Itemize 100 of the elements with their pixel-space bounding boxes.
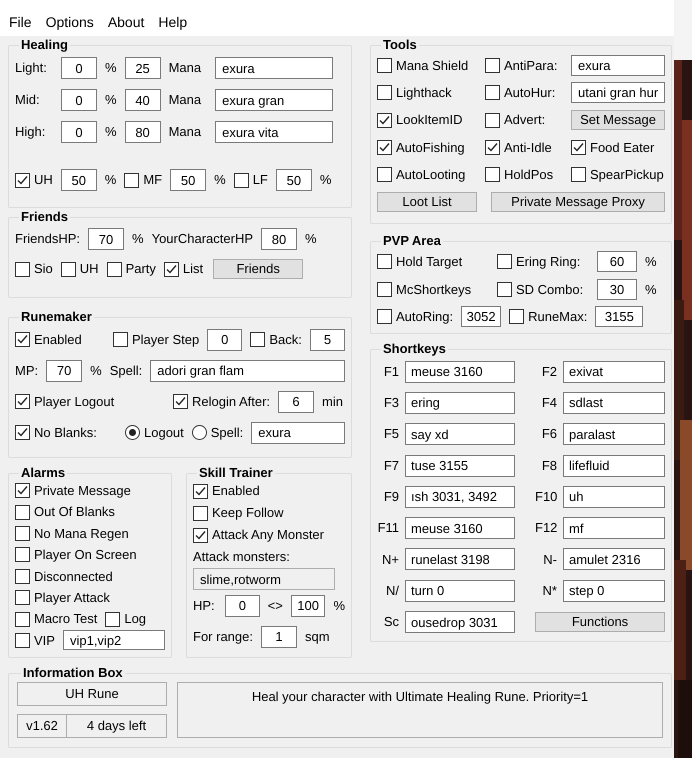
menu-item[interactable]: Options: [40, 10, 100, 34]
input-field[interactable]: mf: [563, 517, 665, 540]
input-field[interactable]: exura vita: [215, 121, 334, 143]
input-field[interactable]: 100: [290, 594, 326, 616]
button[interactable]: Private Message Proxy: [491, 192, 665, 212]
input-field[interactable]: turn 0: [405, 580, 515, 602]
input-field[interactable]: ering: [405, 392, 515, 414]
input-field[interactable]: sdlast: [563, 392, 665, 414]
input-field[interactable]: 50: [276, 169, 312, 191]
input-field[interactable]: paralast: [563, 423, 665, 446]
input-field[interactable]: exura: [251, 422, 345, 444]
input-field[interactable]: 0: [225, 594, 260, 616]
checkbox[interactable]: No Mana Regen: [15, 524, 129, 544]
input-field[interactable]: 0: [61, 121, 97, 143]
checkbox[interactable]: Out Of Blanks: [15, 502, 115, 522]
input-field[interactable]: 30: [597, 278, 637, 300]
input-field[interactable]: 6: [278, 390, 314, 412]
checkbox[interactable]: AutoFishing: [377, 138, 477, 158]
input-field[interactable]: exura: [215, 57, 334, 79]
input-field[interactable]: say xd: [405, 423, 515, 446]
checkbox[interactable]: Sio: [15, 259, 53, 279]
input-field[interactable]: amulet 2316: [563, 548, 665, 570]
checkbox[interactable]: HoldPos: [485, 165, 563, 185]
checkbox[interactable]: AutoHur:: [485, 83, 563, 103]
input-field[interactable]: uh: [563, 486, 665, 508]
input-field[interactable]: meuse 3160: [405, 517, 515, 540]
input-field[interactable]: exivat: [563, 360, 665, 383]
checkbox[interactable]: AutoLooting: [377, 165, 477, 185]
input-field[interactable]: 0: [207, 328, 242, 350]
checkbox[interactable]: Log: [105, 609, 146, 629]
button[interactable]: Loot List: [377, 192, 477, 212]
menu-item[interactable]: File: [3, 10, 38, 34]
input-field[interactable]: 0: [61, 57, 97, 79]
checkbox[interactable]: Player Attack: [15, 588, 110, 608]
checkbox[interactable]: Relogin After:: [173, 392, 270, 412]
input-field[interactable]: 80: [124, 121, 161, 143]
input-field[interactable]: adori gran flam: [150, 360, 345, 382]
checkbox[interactable]: SpearPickup: [571, 165, 664, 185]
button[interactable]: Functions: [535, 612, 665, 632]
checkbox[interactable]: Party: [106, 259, 156, 279]
input-field[interactable]: ısh 3031, 3492: [405, 486, 515, 508]
checkbox[interactable]: Mana Shield: [377, 56, 477, 76]
checkbox[interactable]: UH: [15, 170, 53, 190]
checkbox[interactable]: Hold Target: [377, 252, 489, 272]
checkbox[interactable]: Food Eater: [571, 138, 654, 158]
checkbox[interactable]: RuneMax:: [509, 307, 588, 326]
input-field[interactable]: vip1,vip2: [62, 630, 165, 650]
input-field[interactable]: meuse 3160: [405, 360, 515, 383]
radio-button[interactable]: Spell:: [192, 422, 244, 442]
checkbox[interactable]: Keep Follow: [193, 503, 284, 523]
checkbox[interactable]: Advert:: [485, 110, 563, 130]
radio-button[interactable]: Logout: [125, 422, 184, 442]
menu-item[interactable]: About: [102, 10, 150, 34]
checkbox[interactable]: VIP: [15, 630, 55, 650]
checkbox[interactable]: Player On Screen: [15, 545, 137, 565]
menu-item[interactable]: Help: [152, 10, 194, 34]
checkbox[interactable]: Lighthack: [377, 83, 477, 103]
input-field[interactable]: exura: [571, 55, 665, 76]
input-field[interactable]: step 0: [563, 580, 665, 602]
checkbox[interactable]: Attack Any Monster: [193, 525, 324, 545]
input-field[interactable]: 50: [60, 169, 97, 191]
input-field[interactable]: runelast 3198: [405, 548, 515, 570]
button[interactable]: Friends: [213, 259, 304, 279]
checkbox[interactable]: MF: [124, 170, 162, 190]
checkbox[interactable]: LookItemID: [377, 110, 477, 130]
checkbox[interactable]: Anti-Idle: [485, 138, 563, 158]
input-field[interactable]: ousedrop 3031: [405, 611, 515, 634]
checkbox[interactable]: Ering Ring:: [497, 252, 589, 272]
input-field[interactable]: lifefluid: [563, 454, 665, 477]
input-field[interactable]: 3052: [461, 306, 502, 328]
input-field[interactable]: 3155: [595, 306, 644, 328]
checkbox[interactable]: McShortkeys: [377, 280, 489, 299]
input-field[interactable]: 70: [46, 360, 82, 382]
input-field[interactable]: 5: [310, 328, 345, 350]
input-field[interactable]: 70: [88, 228, 124, 250]
checkbox[interactable]: LF: [234, 170, 268, 190]
checkbox[interactable]: SD Combo:: [497, 280, 589, 299]
checkbox[interactable]: Player Step: [113, 330, 200, 350]
checkbox[interactable]: Disconnected: [15, 566, 113, 586]
checkbox[interactable]: AutoRing:: [377, 307, 454, 326]
checkbox[interactable]: AntiPara:: [485, 56, 563, 76]
input-field[interactable]: 1: [260, 626, 297, 648]
checkbox[interactable]: Enabled: [193, 481, 260, 501]
checkbox[interactable]: UH: [60, 259, 99, 279]
checkbox[interactable]: Macro Test: [15, 609, 98, 629]
button[interactable]: Set Message: [571, 110, 665, 130]
checkbox[interactable]: Player Logout: [15, 392, 165, 412]
checkbox[interactable]: Private Message: [15, 480, 131, 500]
input-field[interactable]: 80: [261, 228, 297, 250]
checkbox[interactable]: Enabled: [15, 330, 105, 350]
checkbox[interactable]: List: [164, 259, 204, 279]
input-field[interactable]: 60: [597, 251, 637, 272]
input-field[interactable]: utani gran hur: [571, 82, 665, 104]
input-field[interactable]: 0: [61, 89, 97, 111]
input-field[interactable]: 50: [170, 169, 206, 191]
input-field[interactable]: 40: [124, 89, 161, 111]
input-field[interactable]: tuse 3155: [405, 454, 515, 477]
checkbox[interactable]: No Blanks:: [15, 422, 117, 442]
input-field[interactable]: exura gran: [215, 89, 334, 111]
input-field[interactable]: 25: [124, 57, 161, 79]
